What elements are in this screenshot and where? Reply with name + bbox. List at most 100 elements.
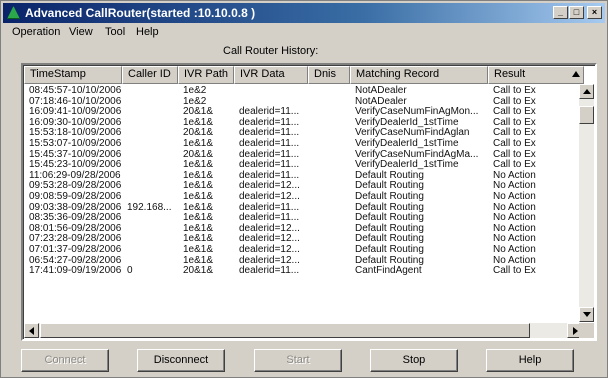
connect-button[interactable]: Connect (21, 349, 109, 372)
menu-tool[interactable]: Tool (105, 26, 125, 38)
column-header-matching-record[interactable]: Matching Record (350, 66, 488, 84)
table-row[interactable]: 07:18:46-10/10/2006 1e&2 NotADealer Call to… (24, 96, 582, 107)
cell-matching-record: VerifyDealerId_1stTime (355, 159, 459, 171)
cell-ivr-data: dealerid=11... (239, 201, 300, 213)
table-row[interactable]: 07:23:28-09/28/2006 1e&1& dealerid=12... De… (24, 233, 582, 244)
table-row[interactable]: 06:54:27-09/28/2006 1e&1& dealerid=12... De… (24, 255, 582, 266)
table-row[interactable]: 09:08:59-09/28/2006 1e&1& dealerid=12... De… (24, 191, 582, 202)
list-rows: 08:45:57-10/10/2006 1e&2 NotADealer Call to… (24, 85, 582, 321)
cell-ivr-path: 1e&1& (183, 190, 214, 202)
vertical-scrollbar[interactable] (579, 84, 594, 322)
scroll-down-button[interactable] (579, 307, 594, 322)
table-row[interactable]: 09:03:38-09/28/2006 192.168... 1e&1& dealer… (24, 202, 582, 213)
cell-caller-id (122, 159, 178, 170)
cell-matching-record: Default Routing (355, 233, 424, 245)
callrouter-window: Advanced CallRouter(started :10.10.0.8 )… (0, 0, 608, 378)
table-row[interactable]: 15:45:37-10/09/2006 20&1& dealerid=11... Ve… (24, 149, 582, 160)
vertical-scroll-thumb[interactable] (579, 106, 594, 124)
horizontal-scrollbar[interactable] (24, 323, 582, 338)
cell-ivr-path: 1e&1& (183, 233, 214, 245)
cell-matching-record: VerifyDealerId_1stTime (355, 137, 459, 149)
list-header: TimeStamp Caller ID IVR Path IVR Data Dn… (24, 66, 584, 84)
cell-matching-record: VerifyCaseNumFindAglan (355, 127, 470, 139)
cell-timestamp: 16:09:30-10/09/2006 (29, 116, 122, 128)
start-button[interactable]: Start (254, 349, 342, 372)
cell-timestamp: 07:23:28-09/28/2006 (29, 233, 122, 245)
cell-result: No Action (493, 254, 536, 266)
cell-result: No Action (493, 169, 536, 181)
cell-dnis (308, 138, 350, 149)
column-header-dnis[interactable]: Dnis (308, 66, 350, 84)
cell-ivr-data: dealerid=11... (239, 106, 300, 118)
scroll-left-button[interactable] (24, 323, 39, 338)
menu-view[interactable]: View (69, 26, 93, 38)
table-row[interactable]: 09:53:28-09/28/2006 1e&1& dealerid=12... De… (24, 180, 582, 191)
table-row[interactable]: 15:53:18-10/09/2006 20&1& dealerid=11... Ve… (24, 127, 582, 138)
table-row[interactable]: 08:35:36-09/28/2006 1e&1& dealerid=11... De… (24, 212, 582, 223)
table-row[interactable]: 16:09:30-10/09/2006 1e&1& dealerid=11... Ve… (24, 117, 582, 128)
stop-button[interactable]: Stop (370, 349, 458, 372)
cell-dnis (308, 223, 350, 234)
cell-caller-id (122, 180, 178, 191)
horizontal-scroll-thumb[interactable] (40, 323, 530, 338)
cell-matching-record: Default Routing (355, 201, 424, 213)
cell-timestamp: 08:01:56-09/28/2006 (29, 222, 122, 234)
cell-dnis (308, 212, 350, 223)
scrollbar-corner (579, 323, 594, 338)
column-header-ivr-data[interactable]: IVR Data (234, 66, 308, 84)
cell-ivr-path: 20&1& (183, 148, 214, 160)
cell-ivr-path: 1e&1& (183, 159, 214, 171)
column-header-result[interactable]: Result (488, 66, 584, 84)
cell-timestamp: 15:45:37-10/09/2006 (29, 148, 122, 160)
cell-ivr-path: 20&1& (183, 265, 214, 277)
menu-operation[interactable]: Operation (12, 26, 60, 38)
cell-matching-record: Default Routing (355, 190, 424, 202)
scroll-up-button[interactable] (579, 84, 594, 99)
cell-result: No Action (493, 243, 536, 255)
disconnect-button[interactable]: Disconnect (137, 349, 225, 372)
table-row[interactable]: 08:01:56-09/28/2006 1e&1& dealerid=12... De… (24, 223, 582, 234)
close-button[interactable]: × (587, 6, 602, 19)
table-row[interactable]: 08:45:57-10/10/2006 1e&2 NotADealer Call to… (24, 85, 582, 96)
cell-dnis (308, 233, 350, 244)
menu-help[interactable]: Help (136, 26, 159, 38)
history-label: Call Router History: (223, 45, 319, 57)
cell-matching-record: VerifyDealerId_1stTime (355, 116, 459, 128)
column-header-timestamp[interactable]: TimeStamp (24, 66, 122, 84)
table-row[interactable]: 07:01:37-09/28/2006 1e&1& dealerid=12... De… (24, 244, 582, 255)
cell-ivr-data: dealerid=12... (239, 254, 300, 266)
cell-ivr-data (234, 85, 308, 96)
cell-timestamp: 09:08:59-09/28/2006 (29, 190, 122, 202)
cell-timestamp: 09:53:28-09/28/2006 (29, 180, 122, 192)
table-row[interactable]: 17:41:09-09/19/2006 0 20&1& dealerid=11... C… (24, 265, 582, 276)
table-row[interactable]: 16:09:41-10/09/2006 20&1& dealerid=11... Ve… (24, 106, 582, 117)
cell-caller-id (122, 149, 178, 160)
title-bar[interactable]: Advanced CallRouter(started :10.10.0.8 )… (3, 3, 605, 23)
arrow-down-icon (583, 312, 591, 317)
help-button[interactable]: Help (486, 349, 574, 372)
minimize-button[interactable]: _ (553, 6, 568, 19)
cell-timestamp: 08:35:36-09/28/2006 (29, 212, 122, 224)
cell-ivr-path: 1e&2 (183, 95, 207, 107)
table-row[interactable]: 11:06:29-09/28/2006 1e&1& dealerid=11... De… (24, 170, 582, 181)
call-history-list[interactable]: TimeStamp Caller ID IVR Path IVR Data Dn… (21, 63, 597, 341)
cell-dnis (308, 127, 350, 138)
table-row[interactable]: 15:53:07-10/09/2006 1e&1& dealerid=11... Ve… (24, 138, 582, 149)
cell-matching-record: Default Routing (355, 212, 424, 224)
cell-caller-id: 0 (127, 265, 133, 277)
cell-dnis (308, 117, 350, 128)
cell-timestamp: 08:45:57-10/10/2006 (29, 85, 122, 96)
cell-matching-record: VerifyCaseNumFinAgMon... (355, 106, 479, 118)
maximize-button[interactable]: □ (569, 6, 584, 19)
cell-timestamp: 15:45:23-10/09/2006 (29, 159, 122, 171)
cell-timestamp: 07:18:46-10/10/2006 (29, 95, 122, 107)
sort-up-icon (572, 71, 580, 77)
cell-dnis (308, 180, 350, 191)
cell-ivr-data: dealerid=12... (239, 222, 300, 234)
cell-result: Call to Ex (493, 148, 536, 160)
column-header-ivr-path[interactable]: IVR Path (178, 66, 234, 84)
cell-result: No Action (493, 190, 536, 202)
column-header-caller-id[interactable]: Caller ID (122, 66, 178, 84)
table-row[interactable]: 15:45:23-10/09/2006 1e&1& dealerid=11... Ve… (24, 159, 582, 170)
cell-result: Call to Ex (493, 106, 536, 118)
